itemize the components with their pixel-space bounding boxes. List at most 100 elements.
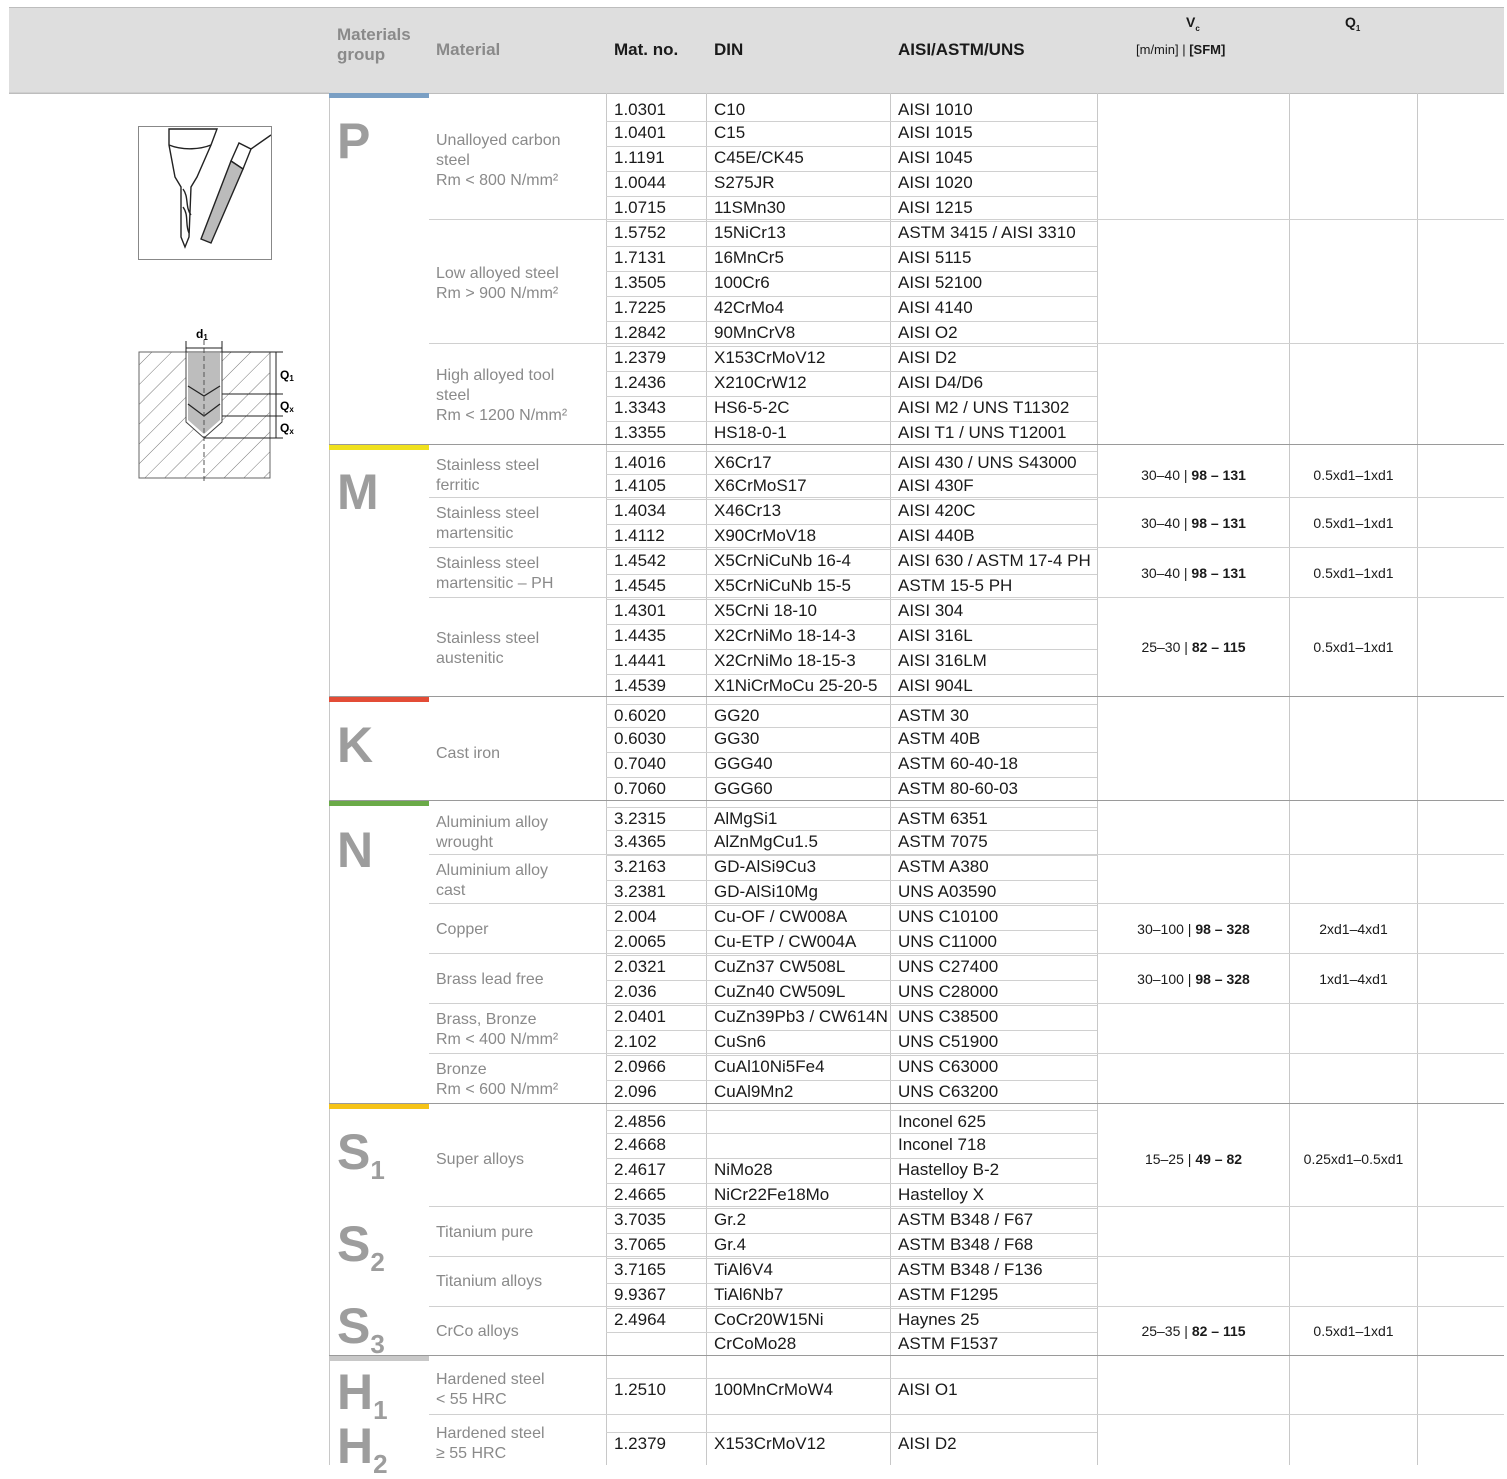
row-divider	[606, 499, 1097, 500]
column-divider	[1097, 93, 1098, 1465]
aisi-cell: AISI 1215	[898, 198, 973, 217]
aisi-cell: ASTM F1537	[898, 1334, 999, 1353]
mat-no-cell: 2.004	[614, 907, 657, 926]
material-divider	[429, 1053, 1504, 1054]
mat-no-cell: 1.3343	[614, 398, 666, 417]
aisi-cell: UNS C51900	[898, 1032, 999, 1051]
din-cell: X90CrMoV18	[714, 526, 817, 545]
material-name: Titanium alloys	[436, 1273, 543, 1290]
material-name: Stainless steel martensitic – PH	[436, 555, 554, 592]
mat-no-cell: 1.2436	[614, 373, 666, 392]
header-vc-unit: [m/min] | [SFM]	[1136, 42, 1226, 57]
row-divider	[606, 171, 1097, 172]
group-letter-n: N	[337, 822, 374, 878]
group-letter-h1: H1	[337, 1364, 388, 1425]
material-name: Low alloyed steel Rm > 900 N/mm²	[436, 265, 559, 302]
vc-value: 30–100 | 98 – 328	[1137, 921, 1250, 937]
row-divider	[606, 421, 1097, 422]
aisi-cell: Haynes 25	[898, 1310, 980, 1329]
column-divider	[329, 93, 330, 1465]
aisi-cell: AISI 430F	[898, 476, 974, 495]
aisi-cell: AISI D4/D6	[898, 373, 984, 392]
vc-value: 30–100 | 98 – 328	[1137, 971, 1250, 987]
din-cell: 42CrMo4	[714, 298, 784, 317]
group-color-bar-p	[329, 93, 429, 98]
material-name: CrCo alloys	[436, 1323, 519, 1340]
group-divider	[329, 444, 1504, 445]
row-divider	[606, 1030, 1097, 1031]
din-cell: C15	[714, 123, 746, 142]
row-divider	[606, 930, 1097, 931]
header-divider	[9, 92, 329, 93]
row-divider	[606, 1080, 1097, 1081]
din-cell: CuZn39Pb3 / CW614N	[714, 1007, 888, 1026]
row-divider	[606, 777, 1097, 778]
aisi-cell: ASTM 7075	[898, 832, 988, 851]
row-divider	[606, 855, 1097, 856]
aisi-cell: ASTM 6351	[898, 809, 988, 828]
row-divider	[606, 649, 1097, 650]
aisi-cell: ASTM A380	[898, 857, 989, 876]
header-aisi: AISI/ASTM/UNS	[898, 40, 1025, 59]
row-divider	[606, 296, 1097, 297]
din-cell: X2CrNiMo 18-15-3	[714, 651, 856, 670]
material-divider	[429, 497, 1504, 498]
material-divider	[429, 1306, 1504, 1307]
mat-no-cell: 1.0301	[614, 100, 666, 119]
row-divider	[606, 880, 1097, 881]
material-name: Hardened steel ≥ 55 HRC	[436, 1425, 545, 1462]
aisi-cell: UNS A03590	[898, 882, 997, 901]
row-divider	[606, 221, 1097, 222]
din-cell: Cu-ETP / CW004A	[714, 932, 857, 951]
mat-no-cell: 2.0321	[614, 957, 666, 976]
material-name: Stainless steel ferritic	[436, 457, 540, 494]
aisi-cell: ASTM B348 / F68	[898, 1235, 1034, 1254]
din-cell: CrCoMo28	[714, 1334, 797, 1353]
group-color-bar-m	[329, 445, 429, 450]
group-divider	[329, 800, 1504, 801]
mat-no-cell: 1.0044	[614, 173, 666, 192]
row-divider	[606, 1158, 1097, 1159]
mat-no-cell: 1.4435	[614, 626, 666, 645]
row-divider	[606, 549, 1097, 550]
aisi-cell: AISI T1 / UNS T12001	[898, 423, 1067, 442]
header-vc: Vc	[1186, 14, 1200, 33]
material-name: Aluminium alloy wrought	[436, 814, 549, 851]
q1-value: 0.5xd1–1xd1	[1313, 467, 1394, 483]
group-color-bar-s	[329, 1104, 429, 1109]
mat-no-cell: 1.4545	[614, 576, 666, 595]
aisi-cell: AISI 1020	[898, 173, 973, 192]
aisi-cell: ASTM 80-60-03	[898, 779, 1018, 798]
din-cell: HS6-5-2C	[714, 398, 790, 417]
row-divider	[606, 271, 1097, 272]
column-divider	[1417, 93, 1418, 1465]
aisi-cell: AISI 630 / ASTM 17-4 PH	[898, 551, 1091, 570]
aisi-cell: AISI 440B	[898, 526, 975, 545]
vc-value: 25–35 | 82 – 115	[1141, 1323, 1246, 1339]
material-name: Hardened steel < 55 HRC	[436, 1371, 545, 1408]
mat-no-cell: 0.7060	[614, 779, 666, 798]
header-materials-group: Materials group	[337, 25, 411, 64]
row-divider	[606, 524, 1097, 525]
group-divider	[329, 1355, 1504, 1356]
din-cell: X153CrMoV12	[714, 1434, 826, 1453]
din-cell: GG30	[714, 729, 760, 748]
row-divider	[606, 599, 1097, 600]
row-divider	[606, 321, 1097, 322]
aisi-cell: AISI 1015	[898, 123, 973, 142]
row-divider	[606, 1308, 1097, 1309]
q1-value: 0.5xd1–1xd1	[1313, 639, 1394, 655]
column-divider	[706, 93, 707, 1465]
mat-no-cell: 1.7131	[614, 248, 666, 267]
din-cell: NiMo28	[714, 1160, 773, 1179]
mat-no-cell: 3.7065	[614, 1235, 666, 1254]
mat-no-cell: 3.4365	[614, 832, 666, 851]
mat-no-cell: 1.2842	[614, 323, 666, 342]
aisi-cell: AISI O2	[898, 323, 958, 342]
row-divider	[606, 727, 1097, 728]
q1-value: 0.5xd1–1xd1	[1313, 1323, 1394, 1339]
mat-no-cell: 1.2379	[614, 348, 666, 367]
aisi-cell: AISI 4140	[898, 298, 973, 317]
material-divider	[429, 547, 1504, 548]
row-divider	[606, 955, 1097, 956]
